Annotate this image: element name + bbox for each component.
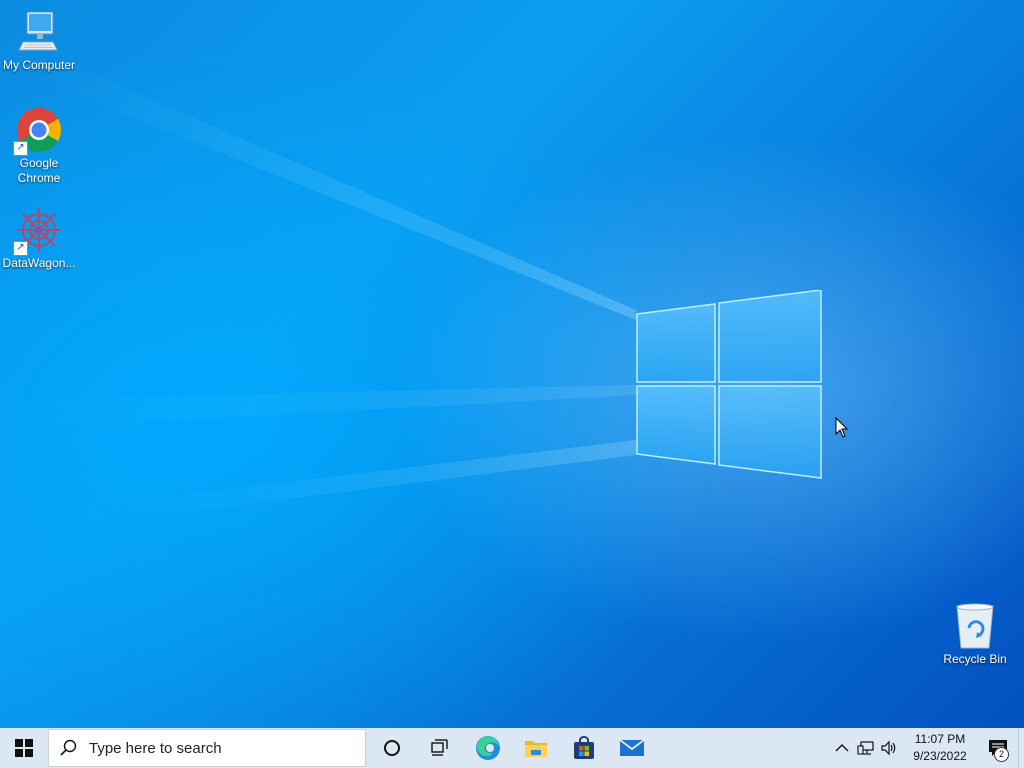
desktop-icon-my-computer[interactable]: My Computer	[0, 8, 78, 73]
clock-time: 11:07 PM	[914, 732, 966, 746]
chevron-up-icon	[835, 744, 849, 752]
desktop-icon-google-chrome[interactable]: ↗ Google Chrome	[0, 106, 78, 186]
desktop-icon-recycle-bin[interactable]: Recycle Bin	[936, 602, 1014, 667]
desktop-icon-label: My Computer	[2, 58, 76, 72]
windows-logo-wallpaper	[636, 290, 822, 479]
volume-button[interactable]	[878, 728, 902, 768]
wallpaper-light-beams	[0, 60, 636, 520]
computer-icon	[15, 8, 63, 56]
show-hidden-icons-button[interactable]	[830, 728, 854, 768]
datawagon-icon: ↗	[13, 206, 63, 256]
cortana-icon	[384, 740, 400, 756]
clock-date: 9/23/2022	[913, 749, 967, 763]
show-desktop-button[interactable]	[1018, 728, 1024, 768]
store-button[interactable]	[560, 728, 608, 768]
taskbar-clock[interactable]: 11:07 PM 9/23/2022	[902, 731, 978, 765]
mouse-pointer-icon	[835, 417, 849, 438]
task-view-button[interactable]	[416, 728, 464, 768]
chrome-icon: ↗	[13, 106, 63, 156]
edge-icon	[476, 736, 500, 760]
action-center-button[interactable]: 2	[978, 728, 1018, 768]
network-icon	[857, 741, 874, 755]
edge-button[interactable]	[464, 728, 512, 768]
search-icon	[60, 739, 77, 756]
recycle-bin-icon	[951, 602, 999, 650]
file-explorer-button[interactable]	[512, 728, 560, 768]
network-button[interactable]	[854, 728, 878, 768]
system-tray: 11:07 PM 9/23/2022 2	[830, 728, 1024, 768]
cortana-button[interactable]	[368, 728, 416, 768]
mail-icon	[619, 739, 645, 756]
shortcut-arrow-icon: ↗	[13, 141, 28, 156]
speaker-icon	[881, 740, 896, 756]
notification-count-badge: 2	[994, 747, 1009, 762]
taskbar-search-box[interactable]	[48, 729, 366, 767]
desktop-icon-label: DataWagon...	[2, 256, 76, 270]
store-icon	[574, 736, 594, 759]
taskbar: 11:07 PM 9/23/2022 2	[0, 728, 1024, 768]
task-view-icon	[431, 739, 448, 756]
desktop[interactable]: My Computer ↗ Google Chrome ↗ DataWagon.…	[0, 0, 1024, 728]
file-explorer-icon	[525, 741, 547, 757]
windows-start-icon	[15, 739, 33, 757]
mail-button[interactable]	[608, 728, 656, 768]
desktop-icon-label: Google Chrome	[17, 156, 61, 185]
desktop-icon-datawagon[interactable]: ↗ DataWagon...	[0, 206, 78, 271]
desktop-icon-label: Recycle Bin	[943, 652, 1007, 666]
shortcut-arrow-icon: ↗	[13, 241, 28, 256]
search-input[interactable]	[87, 738, 351, 758]
start-button[interactable]	[0, 728, 48, 768]
